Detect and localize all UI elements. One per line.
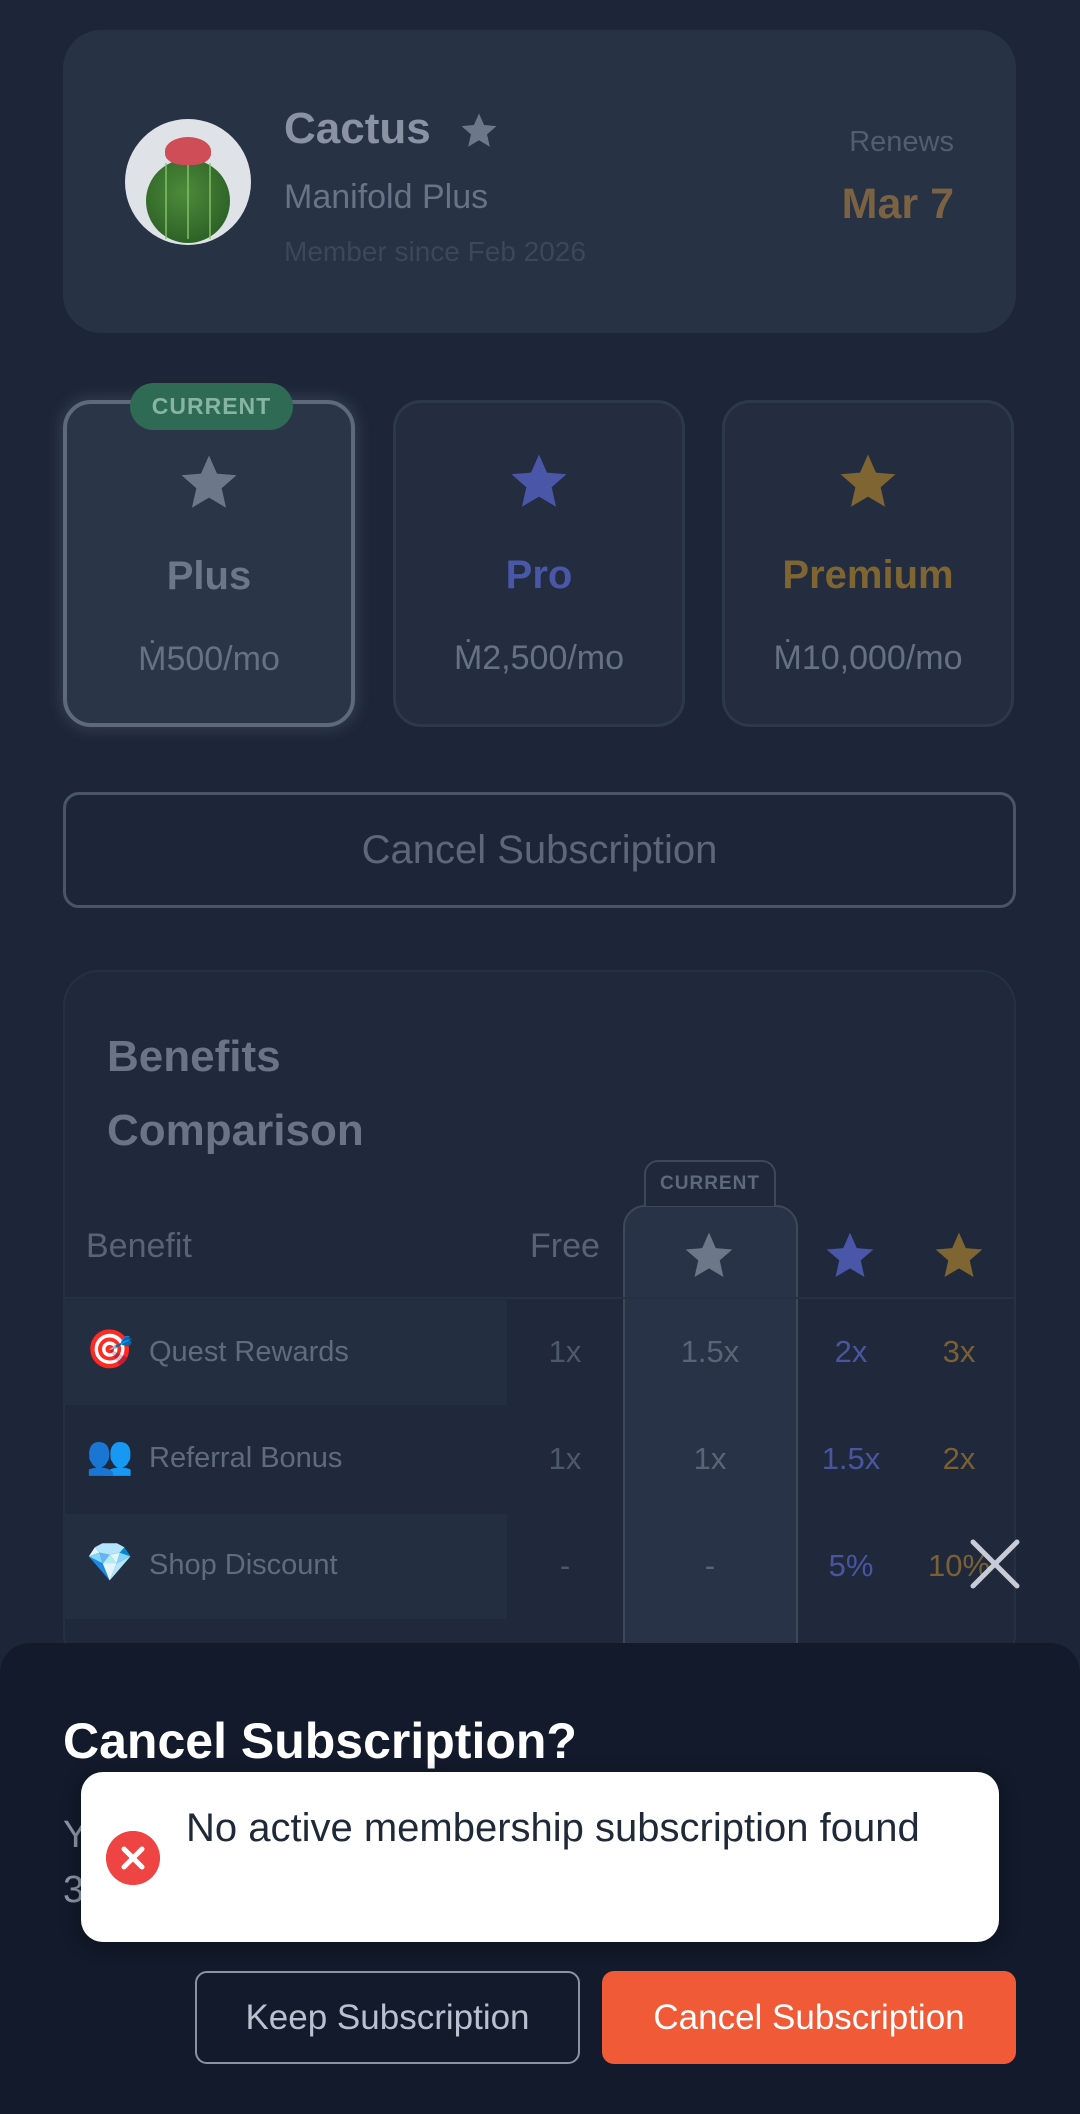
current-plan-badge: CURRENT <box>130 383 293 430</box>
benefits-title: Benefits Comparison <box>107 1032 364 1155</box>
plan-title: Plus <box>166 554 252 598</box>
pro-star-icon <box>826 1232 874 1277</box>
toast-message: No active membership subscription found <box>186 1806 920 1850</box>
star-icon <box>461 113 497 147</box>
keep-subscription-button[interactable]: Keep Subscription <box>195 1971 580 2064</box>
target-icon: 🎯 <box>86 1329 134 1371</box>
plus-star-icon <box>685 1232 733 1277</box>
cancel-subscription-button[interactable]: Cancel Subscription <box>63 792 1016 908</box>
plan-price: Ṁ10,000/mo <box>773 639 963 677</box>
header-benefit: Benefit <box>86 1227 192 1265</box>
cell-pro: 2x <box>834 1334 868 1369</box>
star-icon <box>840 454 896 507</box>
cell-plus: - <box>704 1548 716 1583</box>
cell-premium: 2x <box>942 1441 976 1476</box>
plan-title: Premium <box>782 553 954 597</box>
cell-pro: 5% <box>828 1548 874 1583</box>
star-icon <box>511 454 567 507</box>
cell-free: - <box>559 1548 571 1583</box>
sheet-title: Cancel Subscription? <box>63 1713 577 1769</box>
cell-free: 1x <box>548 1441 582 1476</box>
profile-name: Cactus <box>284 104 431 153</box>
premium-star-icon <box>935 1232 983 1277</box>
avatar <box>125 119 251 245</box>
plan-card-premium[interactable]: Premium Ṁ10,000/mo <box>722 400 1014 727</box>
plan-card-plus[interactable]: Plus Ṁ500/mo <box>63 400 355 727</box>
benefit-label: Referral Bonus <box>149 1442 343 1474</box>
error-toast: No active membership subscription found <box>81 1772 999 1942</box>
plan-name: Manifold Plus <box>284 178 489 216</box>
member-since: Member since Feb 2026 <box>284 236 586 267</box>
cell-pro: 1.5x <box>821 1441 881 1476</box>
error-icon <box>106 1831 160 1885</box>
cell-plus: 1x <box>693 1441 727 1476</box>
renews-label: Renews <box>849 126 954 158</box>
plan-title: Pro <box>505 553 573 597</box>
current-column-badge: CURRENT <box>644 1160 776 1206</box>
users-icon: 👥 <box>86 1435 134 1477</box>
header-free: Free <box>530 1227 600 1265</box>
gem-icon: 💎 <box>86 1542 134 1584</box>
cell-free: 1x <box>548 1334 582 1369</box>
confirm-cancel-button[interactable]: Cancel Subscription <box>602 1971 1016 2064</box>
renews-date: Mar 7 <box>841 180 954 228</box>
cell-premium: 3x <box>942 1334 976 1369</box>
benefit-label: Quest Rewards <box>149 1336 349 1368</box>
plan-price: Ṁ500/mo <box>138 640 280 678</box>
star-icon <box>181 455 237 508</box>
close-icon[interactable] <box>965 1534 1025 1594</box>
benefit-label: Shop Discount <box>149 1549 338 1581</box>
row-divider <box>63 1297 1016 1299</box>
cell-plus: 1.5x <box>680 1334 740 1369</box>
plan-card-pro[interactable]: Pro Ṁ2,500/mo <box>393 400 685 727</box>
plan-price: Ṁ2,500/mo <box>453 639 625 677</box>
